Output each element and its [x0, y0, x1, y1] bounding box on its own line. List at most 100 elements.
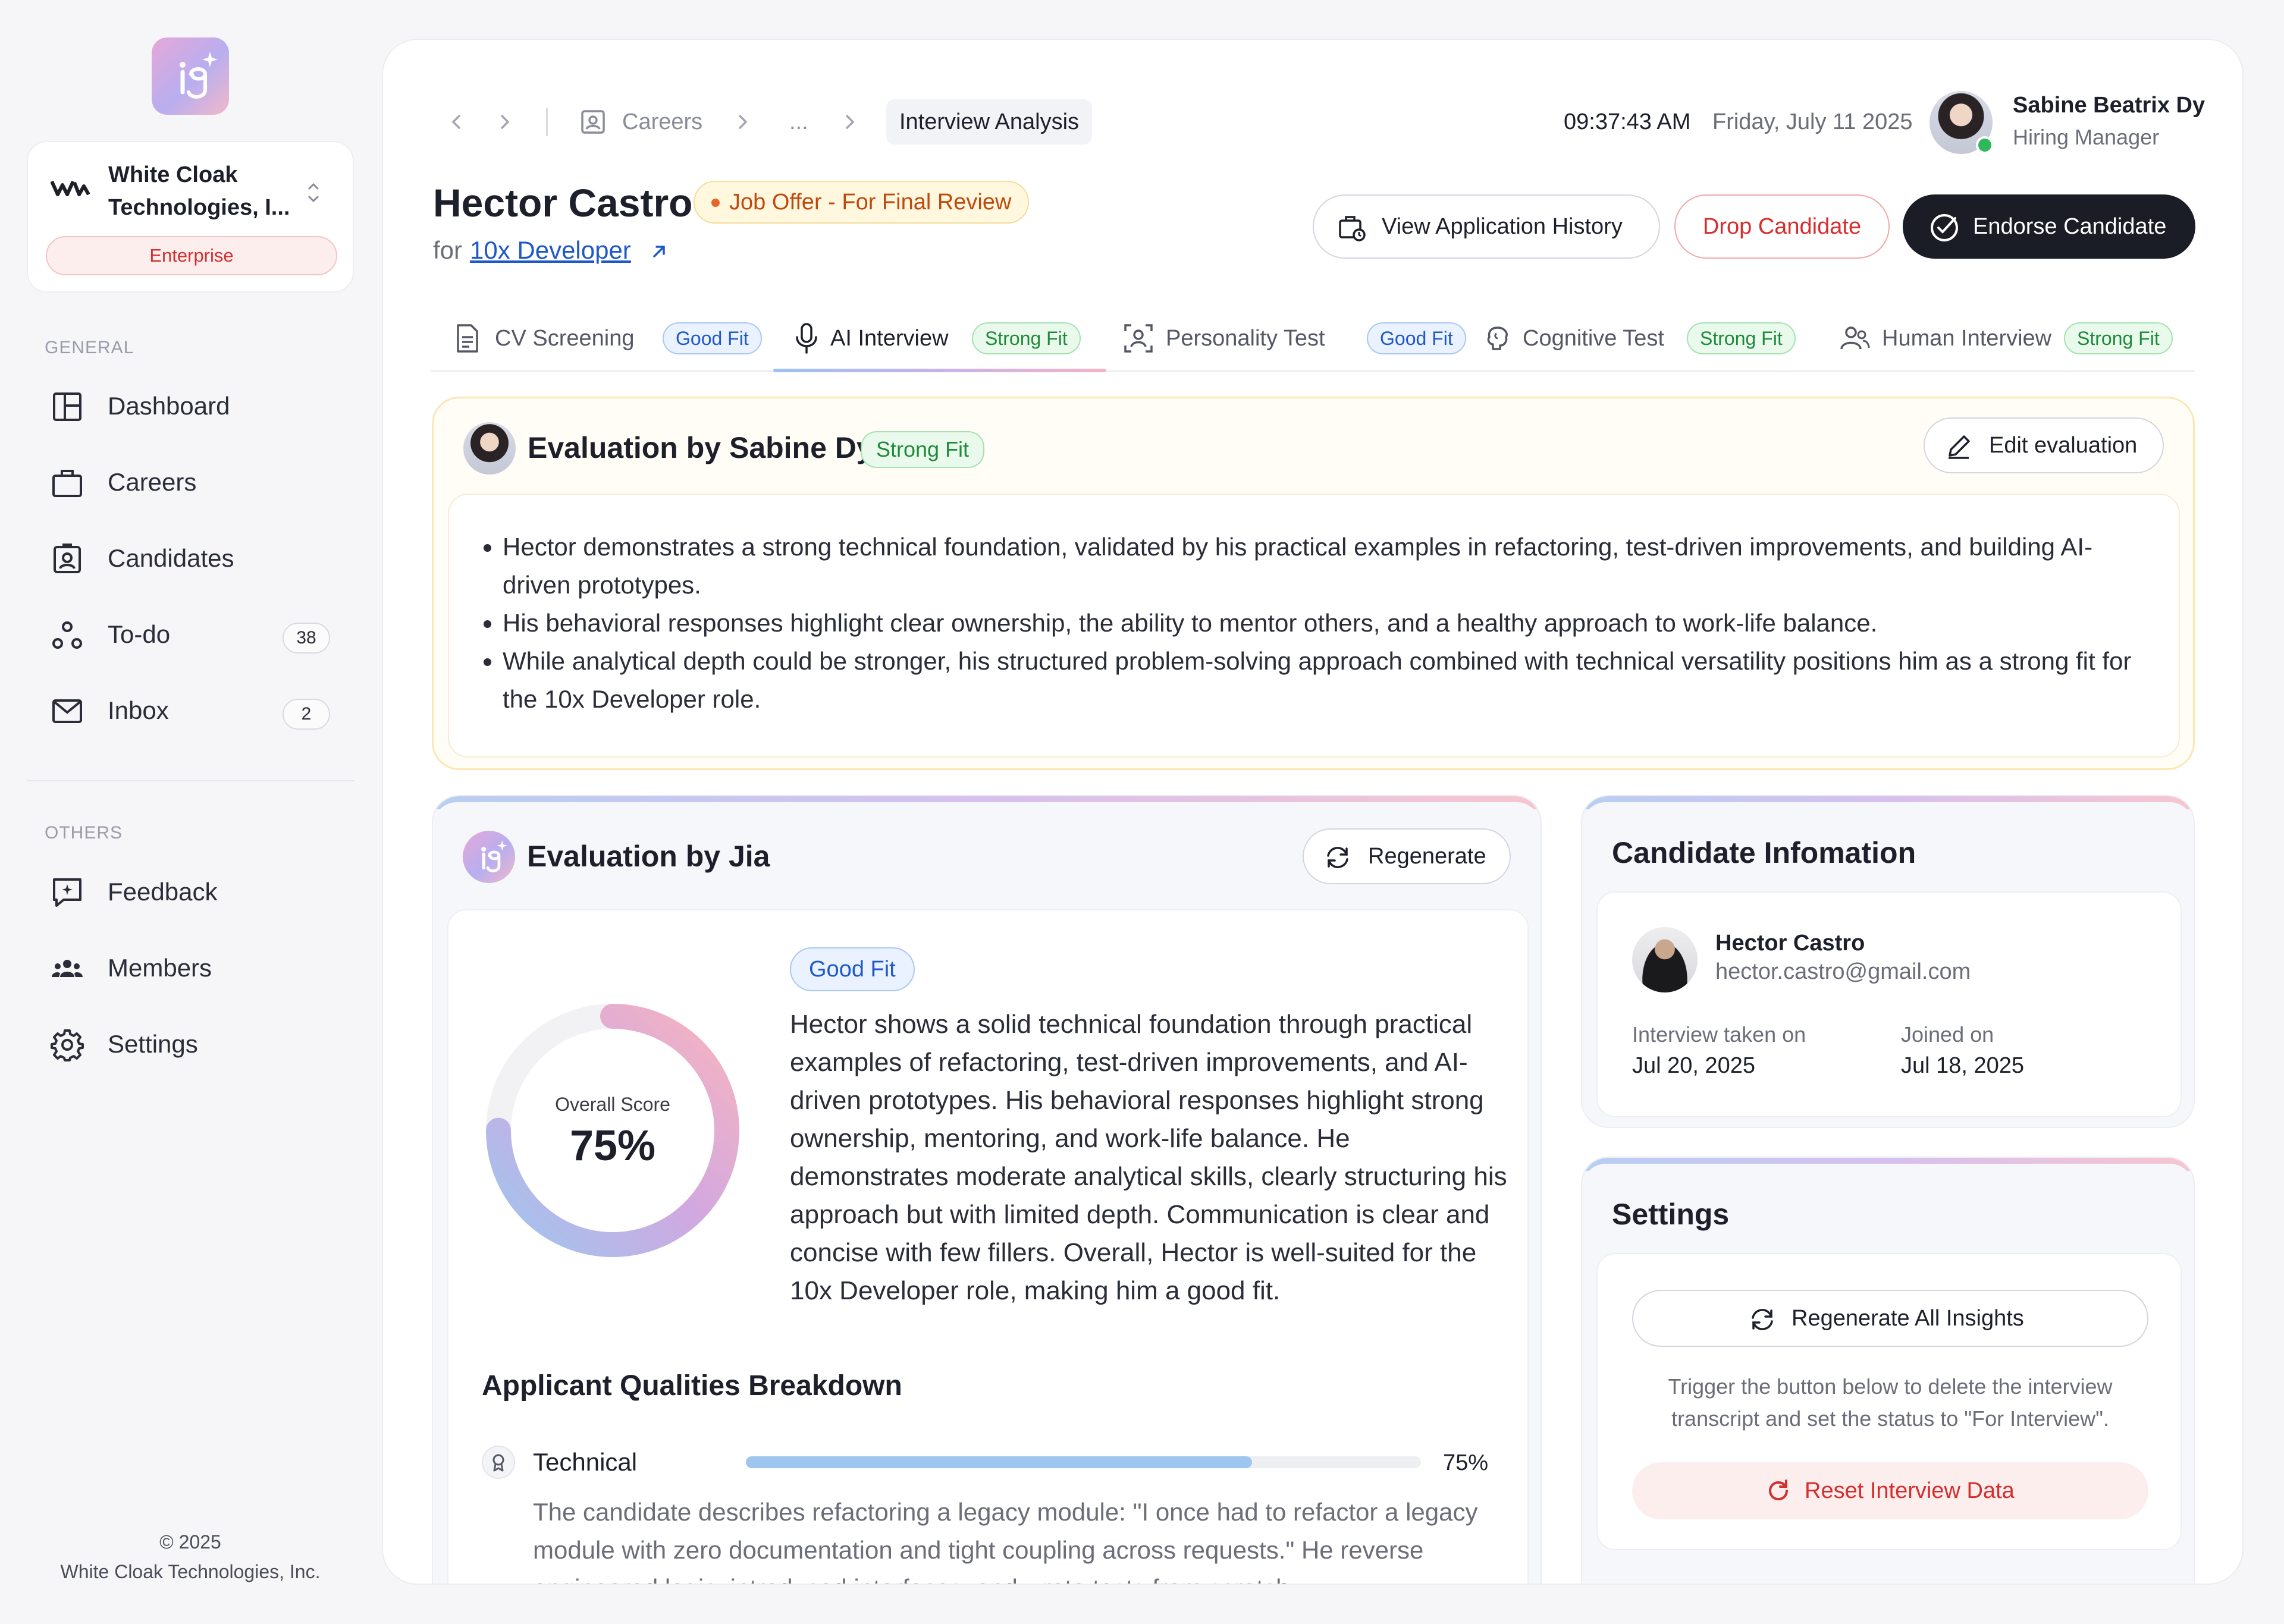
tab-label: AI Interview [830, 326, 949, 351]
refresh-icon [1327, 847, 1348, 868]
sidebar-item-dashboard[interactable]: Dashboard [45, 379, 342, 433]
inbox-count-badge: 2 [283, 699, 330, 730]
breakdown-title: Applicant Qualities Breakdown [482, 1370, 902, 1402]
main-panel: Careers ... Interview Analysis 09:37:43 … [382, 39, 2244, 1585]
evaluation-human-card: Evaluation by Sabine Dy Strong Fit Edit … [432, 397, 2195, 770]
sidebar-item-label: Settings [108, 1030, 198, 1058]
sidebar-item-label: Dashboard [108, 392, 230, 420]
app-logo[interactable] [152, 37, 229, 115]
candidates-icon [54, 544, 81, 573]
drop-candidate-button[interactable]: Drop Candidate [1674, 194, 1890, 259]
org-switcher[interactable]: White Cloak Technologies, I... Enterpris… [27, 141, 354, 293]
joined-date-label: Joined on [1901, 1022, 1994, 1047]
plan-badge: Enterprise [46, 236, 337, 275]
tab-human-interview[interactable]: Human Interview Strong Fit [1838, 318, 2201, 366]
sidebar-item-label: Members [108, 954, 212, 982]
tab-ai-interview[interactable]: AI Interview Strong Fit [793, 318, 1115, 366]
sidebar-item-label: Careers [108, 468, 197, 496]
document-icon [457, 324, 478, 353]
tab-fit-badge: Good Fit [1367, 322, 1466, 354]
candidate-info-body: Hector Castro hector.castro@gmail.com In… [1596, 891, 2182, 1117]
edit-evaluation-label: Edit evaluation [1989, 433, 2138, 458]
regenerate-label: Regenerate [1368, 844, 1486, 869]
back-chevron-icon[interactable] [447, 110, 465, 134]
evaluation-human-fit-badge: Strong Fit [861, 431, 985, 468]
org-logo-icon [51, 180, 90, 196]
org-name: White Cloak Technologies, I... [108, 162, 290, 220]
sidebar-item-label: Inbox [108, 696, 169, 724]
edit-evaluation-button[interactable]: Edit evaluation [1924, 417, 2164, 473]
todo-count-badge: 38 [283, 623, 330, 654]
sidebar-item-members[interactable]: Members [45, 941, 342, 995]
interview-date-label: Interview taken on [1632, 1022, 1806, 1047]
check-circle-icon [1931, 214, 1958, 241]
sidebar-item-careers[interactable]: Careers [45, 456, 342, 509]
evaluation-bullet: His behavioral responses highlight clear… [503, 604, 2150, 642]
evaluation-ai-body: Overall Score 75% Good Fit Hector shows … [447, 909, 1529, 1584]
evaluation-ai-card: Evaluation by Jia Regenerate Overall Sco… [432, 795, 1542, 1584]
jia-logo-icon [481, 840, 508, 872]
tab-fit-badge: Strong Fit [2064, 322, 2173, 354]
tabs-divider [431, 370, 2195, 372]
evaluation-bullet: Hector demonstrates a strong technical f… [503, 528, 2150, 604]
online-status-dot [1976, 136, 1994, 154]
refresh-icon [1752, 1309, 1773, 1330]
reset-interview-button[interactable]: Reset Interview Data [1632, 1462, 2148, 1519]
endorse-label: Endorse Candidate [1973, 214, 2167, 239]
section-label-others: OTHERS [45, 823, 123, 843]
tab-personality-test[interactable]: Personality Test Good Fit [1123, 318, 1480, 366]
tab-cognitive-test[interactable]: Cognitive Test Strong Fit [1485, 318, 1818, 366]
role-link[interactable]: 10x Developer [470, 236, 631, 265]
clock-time: 09:37:43 AM [1564, 109, 1691, 134]
dashboard-icon [53, 392, 81, 421]
reset-note: Trigger the button below to delete the i… [1668, 1374, 2113, 1431]
endorse-candidate-button[interactable]: Endorse Candidate [1903, 194, 2195, 259]
breadcrumb-careers[interactable]: Careers [622, 105, 702, 139]
breadcrumb-chevron-icon [739, 115, 748, 129]
breadcrumb-chevron-icon [846, 115, 855, 129]
award-icon [492, 1454, 504, 1472]
view-history-button[interactable]: View Application History [1313, 194, 1660, 259]
breadcrumb-ellipsis[interactable]: ... [789, 105, 808, 139]
breadcrumb-separator [546, 108, 548, 136]
sidebar-item-inbox[interactable]: Inbox 2 [45, 684, 342, 737]
evaluator-avatar [463, 422, 516, 475]
regenerate-button[interactable]: Regenerate [1303, 828, 1511, 884]
reset-interview-label: Reset Interview Data [1805, 1478, 2015, 1503]
candidate-info-email: hector.castro@gmail.com [1715, 959, 1971, 984]
sidebar-item-settings[interactable]: Settings [45, 1017, 342, 1071]
regenerate-all-button[interactable]: Regenerate All Insights [1632, 1290, 2148, 1347]
external-link-icon[interactable] [650, 242, 669, 261]
settings-body: Regenerate All Insights Trigger the butt… [1596, 1253, 2182, 1550]
evaluation-human-body: Hector demonstrates a strong technical f… [448, 494, 2180, 758]
forward-chevron-icon[interactable] [496, 110, 514, 134]
copyright-year: © 2025 [159, 1531, 221, 1553]
candidate-info-name: Hector Castro [1715, 931, 1865, 956]
regenerate-all-label: Regenerate All Insights [1792, 1306, 2024, 1331]
sidebar-item-feedback[interactable]: Feedback [45, 865, 342, 919]
todo-icon [52, 621, 82, 649]
tab-fit-badge: Strong Fit [1687, 322, 1796, 354]
people-icon [1840, 326, 1870, 350]
evaluation-human-title: Evaluation by Sabine Dy [528, 431, 873, 464]
settings-title: Settings [1612, 1198, 1730, 1231]
briefcase-icon [52, 470, 82, 497]
jia-avatar [463, 831, 515, 883]
quality-bar-fill [746, 1456, 1253, 1468]
candidate-info-title: Candidate Infomation [1612, 836, 1916, 869]
quality-label: Technical [533, 1448, 638, 1476]
sidebar-item-todo[interactable]: To-do 38 [45, 608, 342, 661]
sidebar-divider [27, 780, 354, 781]
user-role: Hiring Manager [2013, 125, 2160, 149]
chevron-up-down-icon[interactable] [305, 178, 322, 208]
quality-percent: 75% [1443, 1450, 1489, 1475]
quality-bar-track [746, 1456, 1421, 1468]
candidate-avatar [1632, 927, 1698, 992]
app-logo-icon [180, 52, 218, 99]
sidebar-item-candidates[interactable]: Candidates [45, 532, 342, 585]
quality-description: The candidate describes refactoring a le… [533, 1498, 1478, 1584]
active-tab-underline [773, 369, 1106, 372]
tab-cv-screening[interactable]: CV Screening Good Fit [454, 318, 788, 366]
settings-card: Settings Regenerate All Insights Trigger… [1581, 1157, 2195, 1584]
brain-icon [1487, 326, 1508, 350]
